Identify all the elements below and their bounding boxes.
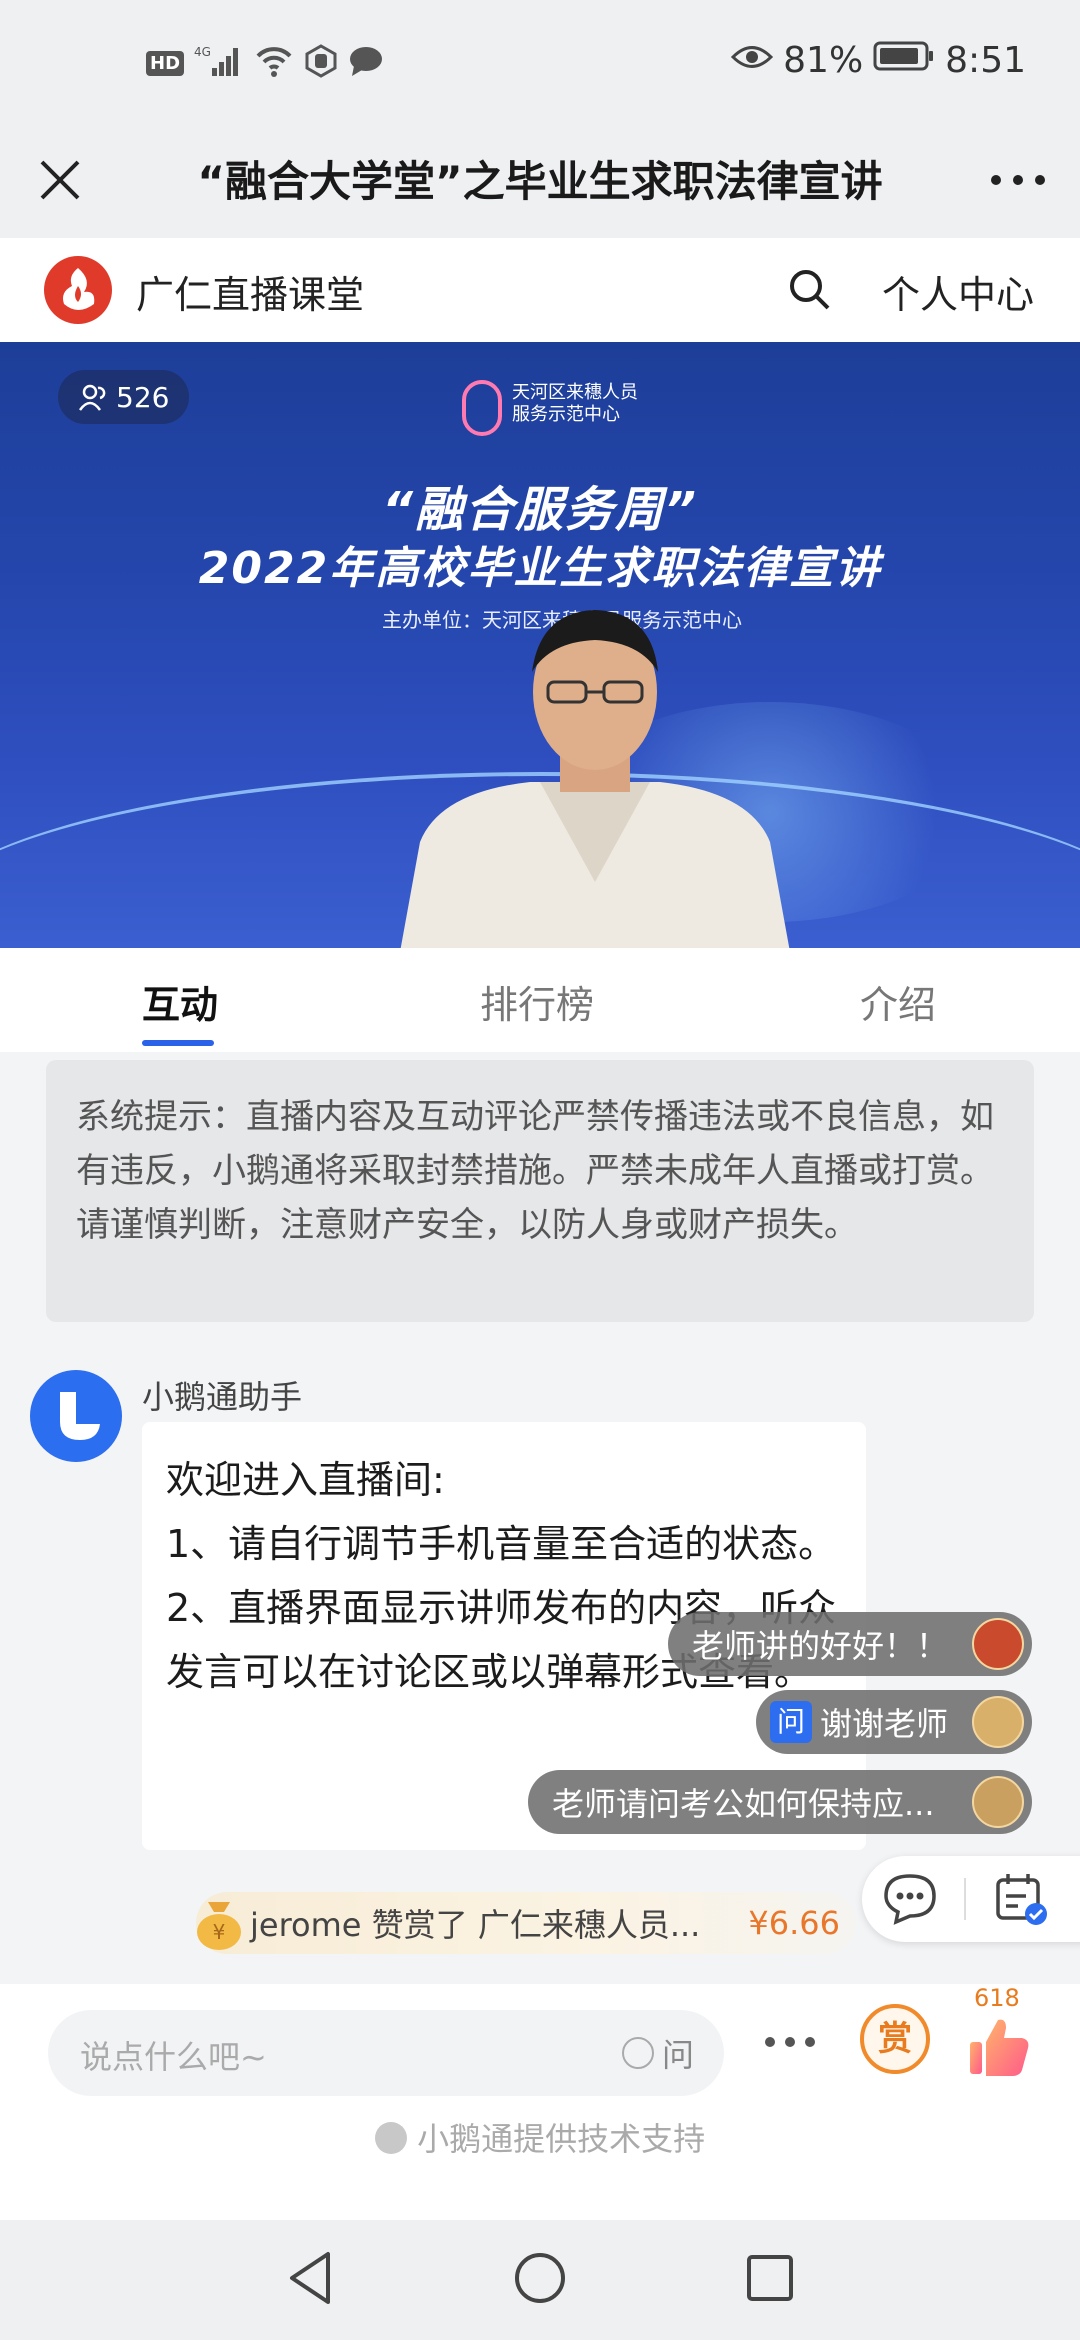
brand-name: 广仁直播课堂 [136,273,365,317]
danmaku-comment[interactable]: 老师请问考公如何保持应... [528,1770,1032,1834]
org-name: 天河区来穗人员 服务示范中心 [512,382,652,426]
active-tab-indicator [142,1040,214,1046]
goose-logo-icon [60,1392,100,1440]
message-line: 1、请自行调节手机音量至合适的状态。 [166,1522,837,1566]
danmaku-text: 老师请问考公如何保持应... [552,1785,935,1823]
ask-label: 问 [661,2036,694,2074]
more-input-button[interactable] [762,2030,818,2054]
more-dots-icon [765,2037,815,2047]
app-header: 广仁直播课堂 个人中心 [0,238,1080,342]
status-bar: HD 4G 81% 8:51 [0,0,1080,126]
wifi-icon [254,44,294,82]
nav-back-button[interactable] [284,2248,340,2308]
system-navigation-bar [0,2220,1080,2340]
system-notice: 系统提示：直播内容及互动评论严禁传播违法或不良信息，如有违反，小鹅通将采取封禁措… [46,1060,1034,1322]
like-count: 618 [974,1984,1020,2012]
status-icons-left: HD 4G [146,44,384,82]
banner-title-line2: 2022年高校毕业生求职法律宣讲 [198,543,882,594]
org-name-line2: 服务示范中心 [512,404,620,425]
home-circle-icon [515,2253,565,2303]
profile-center-link[interactable]: 个人中心 [882,264,1034,319]
speaker-figure [400,610,790,948]
hd-icon: HD [146,50,185,76]
schedule-button[interactable] [992,1870,1050,1928]
comment-button[interactable] [882,1872,938,1926]
back-triangle-icon [290,2252,330,2304]
floating-actions [862,1856,1080,1942]
message-sender-name: 小鹅通助手 [142,1378,303,1416]
tab-interaction[interactable]: 互动 [142,974,218,1029]
svg-text:4G: 4G [194,45,211,59]
hand-icon [304,44,338,82]
comment-input-placeholder: 说点什么吧~ [80,2038,267,2076]
ask-question-toggle[interactable]: 问 [621,2030,694,2076]
bottom-bar: 说点什么吧~ 问 赏 618 小鹅通提供技术支持 [0,1984,1080,2220]
title-bar: “融合大学堂”之毕业生求职法律宣讲 [0,126,1080,238]
avatar [972,1618,1024,1670]
reward-notification: ¥ jerome 赞赏了 广仁来穗人员... ¥6.66 [196,1892,856,1954]
question-badge: 问 [770,1701,812,1743]
danmaku-comment[interactable]: 老师讲的好好！！ [668,1612,1032,1676]
more-options-button[interactable] [986,158,1050,202]
eye-icon [731,40,774,81]
signal-icon: 4G [194,44,244,82]
thumbs-up-icon [970,2019,1029,2076]
tech-support-note: 小鹅通提供技术支持 [0,2114,1080,2160]
calendar-check-icon [996,1874,1047,1925]
more-dots-icon [991,175,1045,185]
clock: 8:51 [945,40,1026,81]
flame-logo-icon [63,268,95,310]
danmaku-comment[interactable]: 问 谢谢老师 [756,1690,1032,1754]
avatar [972,1776,1024,1828]
svg-text:¥: ¥ [213,1920,226,1944]
like-button[interactable] [966,2014,1032,2080]
avatar[interactable] [30,1370,122,1462]
avatar [972,1696,1024,1748]
brand-logo [44,256,112,324]
tab-ranking[interactable]: 排行榜 [480,974,594,1029]
money-bag-icon: ¥ [197,1902,241,1950]
org-name-line1: 天河区来穗人员 [512,382,638,403]
message-line: 欢迎进入直播间: [166,1458,445,1502]
battery-percent: 81% [783,40,864,81]
status-icons-right: 81% 8:51 [731,40,1026,81]
banner-title-line1: “融合服务周” [382,482,698,538]
viewer-count-badge: 526 [58,370,190,424]
goose-small-icon [374,2122,407,2154]
radio-icon [621,2037,654,2069]
close-icon [40,160,80,200]
support-text: 小鹅通提供技术支持 [417,2120,706,2158]
org-logo [462,380,502,436]
system-notice-text: 系统提示：直播内容及互动评论严禁传播违法或不良信息，如有违反，小鹅通将采取封禁措… [76,1097,994,1245]
reward-text: jerome 赞赏了 广仁来穗人员... [250,1906,701,1944]
nav-home-button[interactable] [512,2250,568,2306]
close-button[interactable] [28,148,92,212]
page-title: “融合大学堂”之毕业生求职法律宣讲 [197,157,883,206]
viewer-count: 526 [116,380,170,414]
comment-input[interactable]: 说点什么吧~ 问 [48,2010,724,2096]
search-button[interactable] [784,264,836,316]
recents-square-icon [747,2255,793,2301]
message-icon [348,44,384,82]
danmaku-text: 老师讲的好好！！ [692,1627,949,1665]
tab-intro[interactable]: 介绍 [860,974,936,1029]
battery-icon [873,40,935,81]
search-icon [790,270,830,310]
chat-bubble-icon [884,1874,936,1925]
tab-bar: 互动 排行榜 介绍 [0,948,1080,1052]
reward-amount: ¥6.66 [748,1904,840,1942]
reward-button[interactable]: 赏 [860,2004,930,2074]
users-icon [78,384,106,411]
nav-recents-button[interactable] [744,2252,796,2304]
live-video-player[interactable]: 526 天河区来穗人员 服务示范中心 “融合服务周” 2022年高校毕业生求职法… [0,342,1080,948]
divider [964,1878,966,1920]
danmaku-text: 谢谢老师 [820,1705,949,1743]
